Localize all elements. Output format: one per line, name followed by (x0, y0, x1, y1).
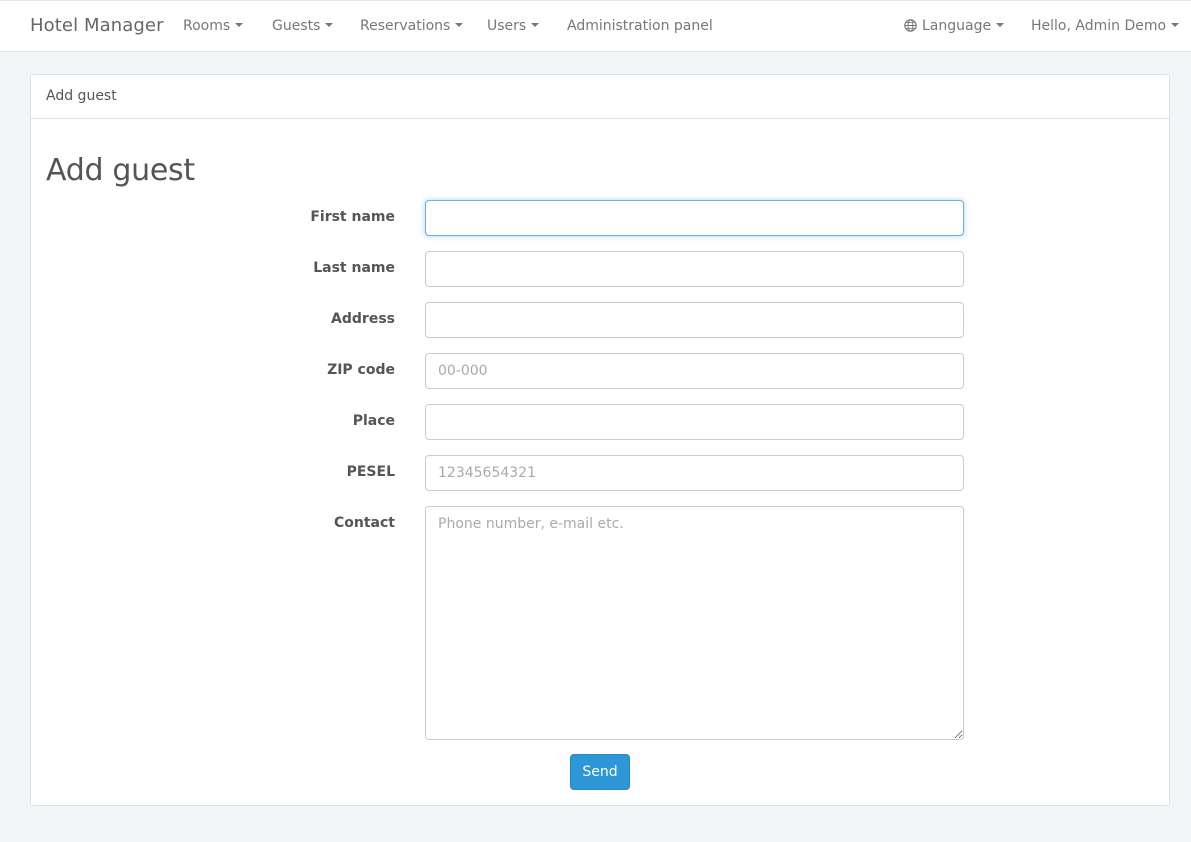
nav-users-dropdown[interactable]: Users (487, 18, 540, 34)
caret-down-icon (531, 23, 540, 27)
language-dropdown[interactable]: Language (904, 18, 1005, 34)
nav-guests-label: Guests (272, 18, 321, 34)
caret-down-icon (325, 23, 334, 27)
nav-reservations-label: Reservations (360, 18, 451, 34)
address-label: Address (331, 311, 395, 327)
caret-down-icon (996, 23, 1005, 27)
caret-down-icon (235, 23, 244, 27)
pesel-input[interactable] (425, 455, 964, 491)
navbar: Hotel Manager Rooms Guests Reservations … (0, 0, 1191, 52)
last-name-label: Last name (313, 260, 395, 276)
first-name-label: First name (310, 209, 395, 225)
zip-code-input[interactable] (425, 353, 964, 389)
add-guest-panel: Add guest Add guest First name Last name… (30, 74, 1170, 806)
pesel-label: PESEL (346, 464, 395, 480)
nav-reservations-dropdown[interactable]: Reservations (360, 18, 464, 34)
last-name-input[interactable] (425, 251, 964, 287)
language-label: Language (922, 18, 992, 34)
nav-users-label: Users (487, 18, 527, 34)
user-menu-dropdown[interactable]: Hello, Admin Demo (1031, 18, 1180, 34)
globe-icon (904, 19, 917, 32)
nav-guests-dropdown[interactable]: Guests (272, 18, 334, 34)
send-button[interactable]: Send (570, 754, 630, 790)
caret-down-icon (1171, 23, 1180, 27)
place-input[interactable] (425, 404, 964, 440)
nav-rooms-label: Rooms (183, 18, 231, 34)
caret-down-icon (455, 23, 464, 27)
nav-administration-panel[interactable]: Administration panel (567, 18, 713, 34)
contact-label: Contact (334, 515, 395, 531)
page-title: Add guest (46, 153, 195, 188)
contact-textarea[interactable] (425, 506, 964, 740)
zip-code-label: ZIP code (327, 362, 395, 378)
address-input[interactable] (425, 302, 964, 338)
place-label: Place (352, 413, 395, 429)
brand-link[interactable]: Hotel Manager (30, 15, 164, 36)
user-greeting: Hello, Admin Demo (1031, 18, 1167, 34)
first-name-input[interactable] (425, 200, 964, 236)
nav-rooms-dropdown[interactable]: Rooms (183, 18, 244, 34)
panel-heading: Add guest (31, 75, 1169, 119)
